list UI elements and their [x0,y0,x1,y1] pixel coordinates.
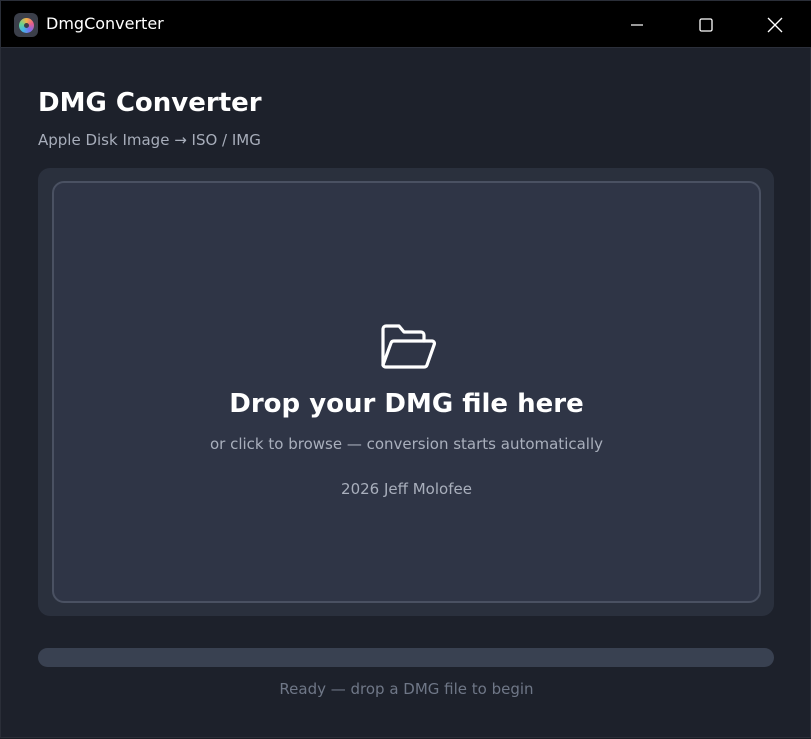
progress-bar [38,648,774,667]
drop-panel: Drop your DMG file here or click to brow… [38,168,774,616]
close-button[interactable] [742,1,808,48]
maximize-icon [699,17,713,32]
drop-zone[interactable]: Drop your DMG file here or click to brow… [52,181,761,603]
page-subtitle: Apple Disk Image → ISO / IMG [38,131,261,149]
main-content: DMG Converter Apple Disk Image → ISO / I… [1,48,811,739]
maximize-button[interactable] [673,1,739,48]
drop-heading: Drop your DMG file here [229,389,584,419]
title-bar[interactable]: DmgConverter [1,1,811,48]
drop-credit: 2026 Jeff Molofee [341,480,472,498]
status-text: Ready — drop a DMG file to begin [279,680,534,698]
minimize-icon [631,23,643,26]
minimize-button[interactable] [604,1,670,48]
disc-app-icon [14,13,38,37]
page-title: DMG Converter [38,88,262,118]
app-window: DmgConverter DMG Converter Apple Disk Im… [0,0,811,738]
close-icon [767,17,783,32]
folder-open-icon [381,324,437,369]
window-title: DmgConverter [46,14,164,33]
drop-hint: or click to browse — conversion starts a… [209,435,604,453]
